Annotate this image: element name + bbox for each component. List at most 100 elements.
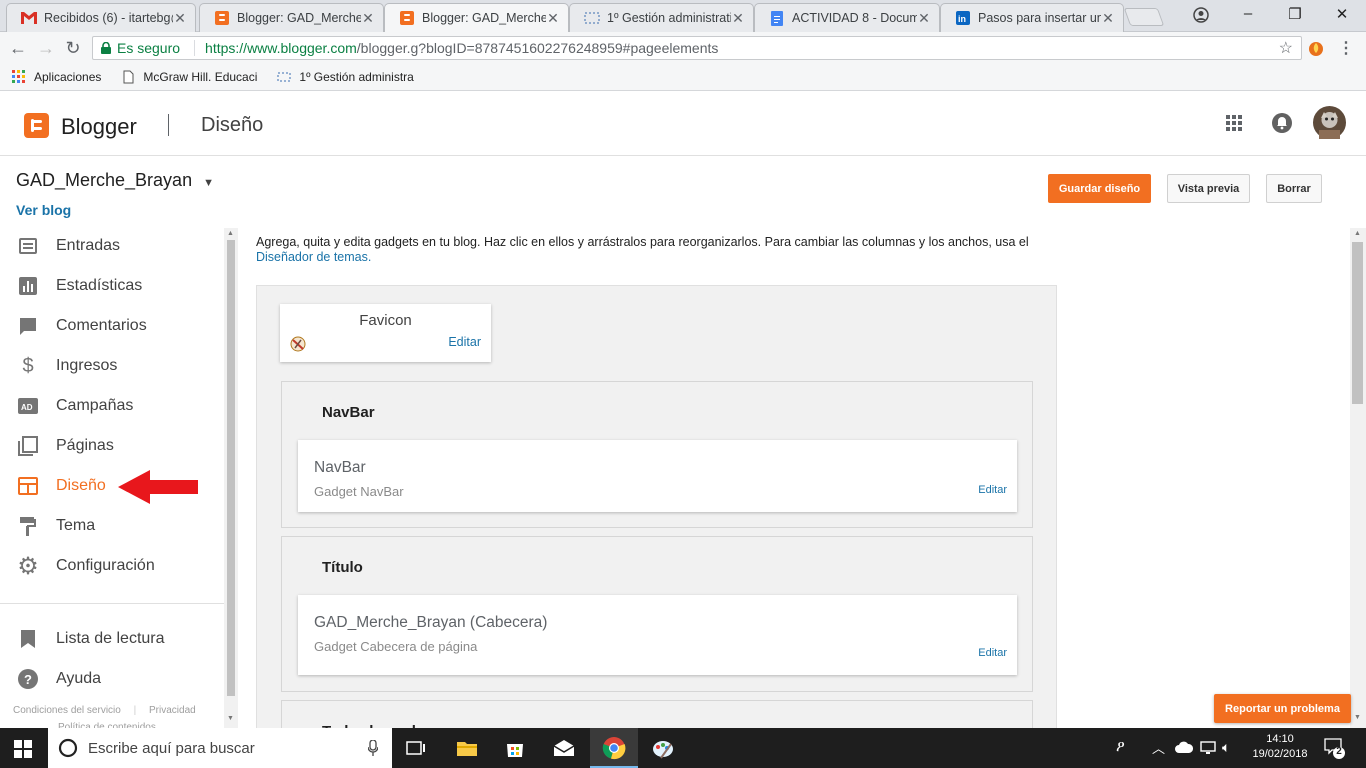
tab-blogger-1[interactable]: Blogger: GAD_Merche_B ✕ <box>199 3 384 32</box>
edit-gadget-link[interactable]: Editar <box>978 647 1007 659</box>
close-tab-icon[interactable]: ✕ <box>917 10 931 27</box>
sidebar-item-label: Entradas <box>56 237 121 254</box>
sidebar-item-entradas[interactable]: Entradas <box>0 228 224 264</box>
taskbar-search[interactable]: Escribe aquí para buscar <box>48 728 392 768</box>
mail-icon[interactable] <box>552 736 576 760</box>
bookmark-star-icon[interactable]: ☆ <box>1279 38 1293 58</box>
avatar[interactable] <box>1313 106 1346 139</box>
theme-designer-link[interactable]: Diseñador de temas. <box>256 250 371 264</box>
section-title: NavBar <box>322 404 375 421</box>
new-tab-button[interactable] <box>1123 8 1165 26</box>
close-tab-icon[interactable]: ✕ <box>546 10 560 27</box>
volume-icon[interactable]: 🔈︎ <box>1222 739 1230 756</box>
blogger-icon <box>399 10 415 26</box>
app-name[interactable]: Blogger <box>61 114 137 140</box>
gear-icon: ⚙ <box>17 552 39 580</box>
scroll-down-icon[interactable]: ▼ <box>227 715 234 722</box>
browser-menu-icon[interactable]: ⋮ <box>1338 38 1354 58</box>
scroll-up-icon[interactable]: ▲ <box>1354 230 1361 237</box>
clear-button[interactable]: Borrar <box>1266 174 1322 203</box>
privacy-link[interactable]: Privacidad <box>149 705 196 716</box>
view-blog-link[interactable]: Ver blog <box>16 202 71 218</box>
lock-icon <box>101 42 111 54</box>
comments-icon <box>17 315 39 337</box>
tab-docs[interactable]: ACTIVIDAD 8 - Docume ✕ <box>754 3 940 32</box>
blogger-logo-icon[interactable] <box>24 113 49 138</box>
sidebar-scroll-thumb[interactable] <box>227 240 235 696</box>
forward-icon[interactable]: → <box>36 38 56 58</box>
tab-linkedin[interactable]: in Pasos para insertar un g ✕ <box>940 3 1124 32</box>
close-tab-icon[interactable]: ✕ <box>1101 10 1115 27</box>
clock-time: 14:10 <box>1266 733 1294 745</box>
sidebar-scrollbar[interactable]: ▲ ▼ <box>224 228 238 728</box>
page-icon <box>123 70 134 84</box>
chevron-up-icon[interactable]: ︿ <box>1152 738 1165 757</box>
close-tab-icon[interactable]: ✕ <box>361 10 375 27</box>
profile-icon[interactable] <box>1189 5 1213 25</box>
bookmark-apps[interactable]: Aplicaciones <box>12 70 101 84</box>
edit-favicon-link[interactable]: Editar <box>448 335 481 349</box>
windows-start-icon[interactable] <box>14 740 32 758</box>
scroll-down-icon[interactable]: ▼ <box>1354 714 1361 721</box>
people-icon[interactable]: ዖ <box>1116 738 1125 755</box>
linkedin-icon: in <box>955 10 971 26</box>
page-scroll-thumb[interactable] <box>1352 242 1363 404</box>
bookmark-label: 1º Gestión administra <box>299 70 414 84</box>
paint-app-icon[interactable] <box>651 736 675 760</box>
sidebar-item-paginas[interactable]: Páginas <box>0 428 224 464</box>
bookmark-mcgraw[interactable]: McGraw Hill. Educaci <box>121 70 257 84</box>
sidebar-item-ayuda[interactable]: ? Ayuda <box>0 661 224 697</box>
sidebar-item-comentarios[interactable]: Comentarios <box>0 308 224 344</box>
save-layout-button[interactable]: Guardar diseño <box>1048 174 1151 203</box>
header-divider <box>168 114 169 136</box>
report-problem-button[interactable]: Reportar un problema <box>1214 694 1351 723</box>
preview-button[interactable]: Vista previa <box>1167 174 1250 203</box>
sidebar-item-lista-lectura[interactable]: Lista de lectura <box>0 621 224 657</box>
taskbar-clock[interactable]: 14:10 19/02/2018 <box>1250 732 1310 762</box>
back-icon[interactable]: ← <box>8 38 28 58</box>
tab-classroom[interactable]: 1º Gestión administratio ✕ <box>569 3 754 32</box>
security-label: Es seguro <box>117 40 181 56</box>
sidebar-item-label: Diseño <box>56 477 106 494</box>
notifications-icon[interactable] <box>1272 113 1292 133</box>
onedrive-icon[interactable] <box>1175 741 1193 753</box>
microphone-icon[interactable] <box>368 740 378 756</box>
reload-icon[interactable]: ↻ <box>63 38 83 58</box>
close-tab-icon[interactable]: ✕ <box>731 10 745 27</box>
page-scrollbar[interactable]: ▲ ▼ <box>1350 228 1366 728</box>
favicon-gadget[interactable]: Favicon Editar <box>280 304 491 362</box>
scroll-up-icon[interactable]: ▲ <box>227 230 234 237</box>
terms-link[interactable]: Condiciones del servicio <box>13 705 121 716</box>
page-title: Diseño <box>201 114 264 136</box>
sidebar-item-estadisticas[interactable]: Estadísticas <box>0 268 224 304</box>
google-apps-icon[interactable] <box>1226 115 1242 131</box>
close-tab-icon[interactable]: ✕ <box>173 10 187 27</box>
gadget-cabecera[interactable]: GAD_Merche_Brayan (Cabecera) Gadget Cabe… <box>298 595 1017 675</box>
action-center-icon[interactable]: 2 <box>1324 738 1346 760</box>
edit-gadget-link[interactable]: Editar <box>978 484 1007 496</box>
bookmark-classroom[interactable]: 1º Gestión administra <box>277 70 414 84</box>
sidebar-item-tema[interactable]: Tema <box>0 508 224 544</box>
store-icon[interactable] <box>503 736 527 760</box>
help-icon: ? <box>17 668 39 690</box>
sidebar-item-label: Ingresos <box>56 357 118 374</box>
gadget-navbar[interactable]: NavBar Gadget NavBar Editar <box>298 440 1017 512</box>
sidebar-item-ingresos[interactable]: $ Ingresos <box>0 348 224 384</box>
task-view-icon[interactable] <box>404 736 428 760</box>
browser-tab-strip: Recibidos (6) - itartebg@ ✕ Blogger: GAD… <box>0 0 1366 32</box>
classroom-icon <box>277 72 291 82</box>
svg-text:in: in <box>958 14 966 24</box>
tab-blogger-active[interactable]: Blogger: GAD_Merche_B ✕ <box>384 3 569 32</box>
address-bar[interactable]: Es seguro https://www.blogger.com/blogge… <box>92 36 1302 60</box>
minimize-icon[interactable]: – <box>1236 5 1260 22</box>
restore-icon[interactable]: ❐ <box>1283 5 1307 23</box>
sidebar-item-configuracion[interactable]: ⚙ Configuración <box>0 548 224 584</box>
file-explorer-icon[interactable] <box>455 736 479 760</box>
chrome-taskbar-button[interactable] <box>590 728 638 768</box>
sidebar-item-campanas[interactable]: AD Campañas <box>0 388 224 424</box>
close-window-icon[interactable]: ✕ <box>1330 5 1354 23</box>
extension-icon[interactable] <box>1308 40 1324 56</box>
network-icon[interactable] <box>1200 740 1216 756</box>
tab-gmail[interactable]: Recibidos (6) - itartebg@ ✕ <box>6 3 196 32</box>
blog-selector[interactable]: GAD_Merche_Brayan ▼ <box>16 170 214 191</box>
